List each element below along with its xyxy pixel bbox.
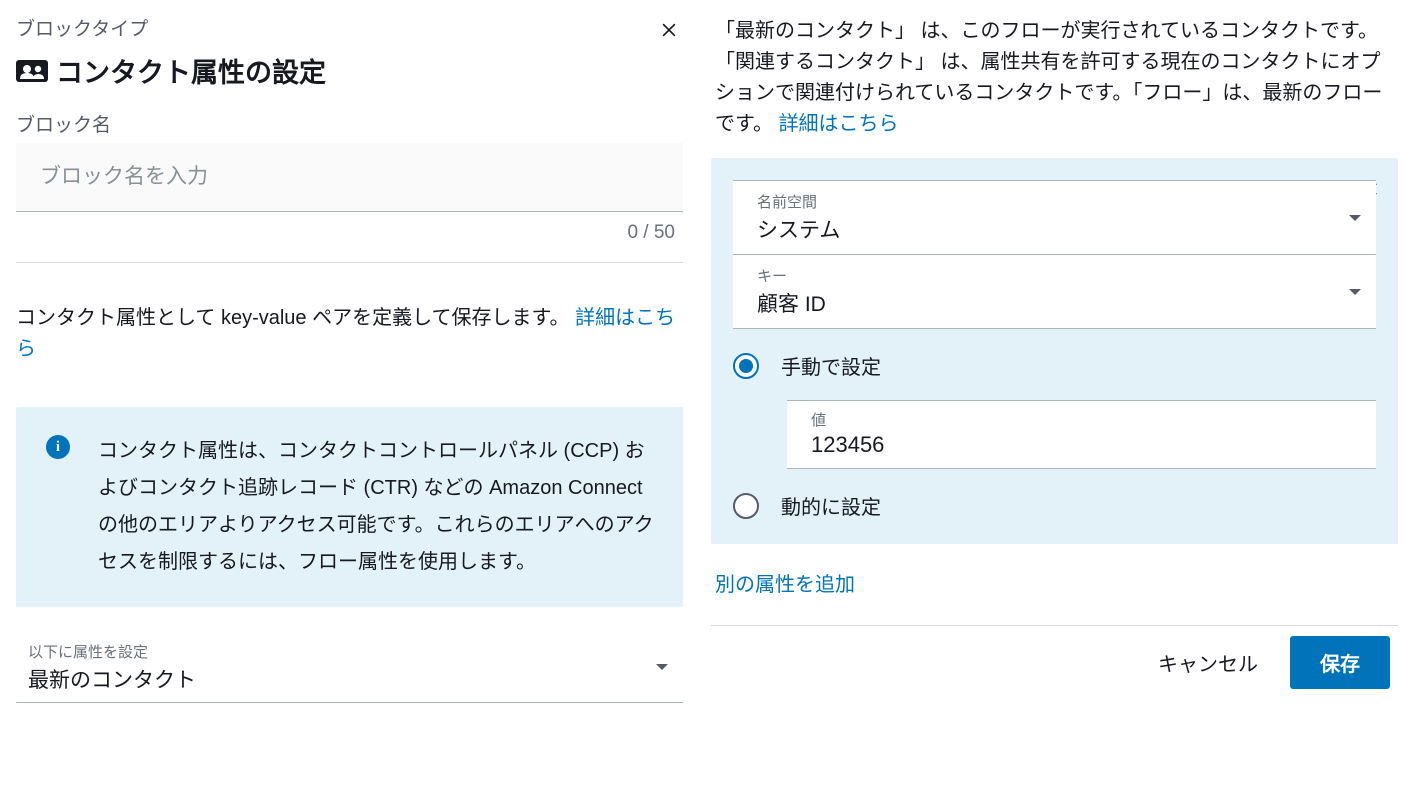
namespace-value: システム [757, 214, 1356, 244]
chevron-down-icon [655, 656, 669, 678]
description-text: コンタクト属性として key-value ペアを定義して保存します。 [16, 307, 570, 329]
block-type-label: ブロックタイプ [16, 14, 683, 41]
key-select[interactable]: キー 顧客 ID [733, 255, 1376, 329]
info-box: i コンタクト属性は、コンタクトコントロールパネル (CCP) およびコンタクト… [16, 407, 683, 607]
char-counter: 0 / 50 [16, 222, 683, 244]
namespace-label: 名前空間 [757, 191, 1356, 212]
radio-dynamic-row[interactable]: 動的に設定 [733, 491, 1376, 520]
attribute-target-select[interactable]: 以下に属性を設定 最新のコンタクト [16, 631, 683, 703]
value-field[interactable]: 値 [787, 400, 1376, 469]
chevron-down-icon [1348, 207, 1362, 229]
attribute-target-label: 以下に属性を設定 [28, 641, 667, 662]
block-name-label: ブロック名 [16, 110, 683, 137]
right-description: 「最新のコンタクト」 は、このフローが実行されているコンタクトです。「関連するコ… [711, 14, 1398, 140]
value-input[interactable] [811, 430, 1352, 458]
info-text: コンタクト属性は、コンタクトコントロールパネル (CCP) およびコンタクト追跡… [98, 433, 657, 581]
radio-manual[interactable] [733, 353, 759, 379]
info-icon: i [46, 435, 70, 459]
title-row: コンタクト属性の設定 [16, 51, 683, 90]
radio-manual-label: 手動で設定 [781, 351, 881, 380]
contact-card-icon [16, 57, 56, 85]
key-label: キー [757, 265, 1356, 286]
right-learn-more-link[interactable]: 詳細はこちら [779, 113, 899, 135]
block-name-input[interactable] [16, 143, 683, 212]
divider [16, 262, 683, 263]
attribute-target-value: 最新のコンタクト [28, 664, 667, 694]
footer: キャンセル 保存 [711, 625, 1398, 689]
key-value: 顧客 ID [757, 288, 1356, 318]
value-label: 値 [811, 409, 1352, 430]
description: コンタクト属性として key-value ペアを定義して保存します。 詳細はこち… [16, 303, 683, 365]
page-title: コンタクト属性の設定 [56, 51, 326, 90]
add-attribute-link[interactable]: 別の属性を追加 [711, 568, 1398, 597]
namespace-select[interactable]: 名前空間 システム [733, 180, 1376, 255]
attribute-card: 名前空間 システム キー 顧客 ID 手動で設定 値 [711, 158, 1398, 544]
cancel-button[interactable]: キャンセル [1154, 638, 1262, 687]
chevron-down-icon [1348, 281, 1362, 303]
radio-manual-row[interactable]: 手動で設定 [733, 351, 1376, 380]
save-button[interactable]: 保存 [1290, 636, 1390, 689]
close-button[interactable] [657, 18, 681, 42]
radio-dynamic-label: 動的に設定 [781, 491, 881, 520]
radio-dynamic[interactable] [733, 493, 759, 519]
